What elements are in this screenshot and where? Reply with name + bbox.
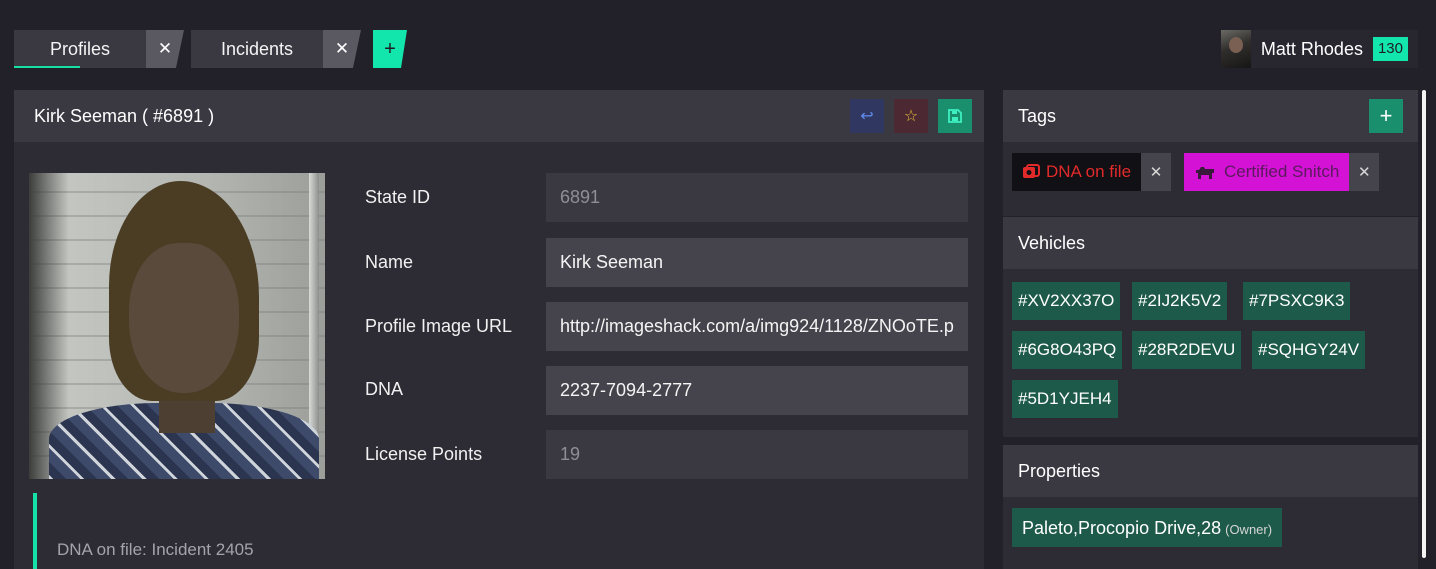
tab-profiles-label: Profiles xyxy=(49,38,111,59)
vehicle-plate[interactable]: #2IJ2K5V2 xyxy=(1132,282,1228,320)
tab-incidents-label: Incidents xyxy=(220,38,294,59)
back-button[interactable]: ↩ xyxy=(850,99,884,133)
license-points-label: License Points xyxy=(365,444,483,464)
state-id-label: State ID xyxy=(365,187,431,207)
tags-header: Tags xyxy=(1003,90,1418,142)
license-points-field: 19 xyxy=(546,430,968,479)
vehicles-header: Vehicles xyxy=(1003,217,1418,269)
tag-certified-snitch[interactable]: Certified Snitch ✕ xyxy=(1184,153,1380,191)
state-id-field: 6891 xyxy=(546,173,968,222)
tag-label: Certified Snitch xyxy=(1224,162,1340,181)
property-address: Paleto,Procopio Drive,28 xyxy=(1022,518,1222,538)
note-text: DNA on file: Incident 2405 xyxy=(57,540,254,559)
vehicle-plate[interactable]: #SQHGY24V xyxy=(1252,331,1366,369)
profile-header: Kirk Seeman ( #6891 ) ↩ ☆ xyxy=(14,90,984,142)
user-badge: 130 xyxy=(1372,37,1408,61)
properties-header: Properties xyxy=(1003,445,1418,497)
vehicle-plate[interactable]: #7PSXC9K3 xyxy=(1243,282,1351,320)
dna-icon xyxy=(1022,164,1040,180)
close-icon[interactable]: ✕ xyxy=(1349,153,1380,191)
vehicle-plate[interactable]: #28R2DEVU xyxy=(1132,331,1242,369)
close-icon[interactable]: ✕ xyxy=(323,30,361,68)
profile-image xyxy=(29,173,325,479)
vehicle-plate[interactable]: #XV2XX37O xyxy=(1012,282,1121,320)
tab-profiles[interactable]: Profiles ✕ xyxy=(14,30,184,68)
vehicles-title: Vehicles xyxy=(1018,232,1086,253)
add-tab-button[interactable]: + xyxy=(373,30,407,68)
image-url-label: Profile Image URL xyxy=(365,316,513,336)
save-button[interactable] xyxy=(938,99,972,133)
vehicle-plate[interactable]: #5D1YJEH4 xyxy=(1012,380,1118,418)
tags-title: Tags xyxy=(1018,105,1057,126)
user-name-box: Matt Rhodes 130 xyxy=(1250,30,1418,68)
save-icon xyxy=(948,109,962,123)
dna-field[interactable]: 2237-7094-2777 xyxy=(546,366,968,415)
tab-incidents[interactable]: Incidents ✕ xyxy=(191,30,361,68)
dog-icon xyxy=(1194,164,1218,180)
profile-panel: Kirk Seeman ( #6891 ) ↩ ☆ State ID 6891 … xyxy=(14,90,984,569)
vehicle-plate[interactable]: #6G8O43PQ xyxy=(1012,331,1123,369)
dna-label: DNA xyxy=(365,379,404,399)
name-label: Name xyxy=(365,252,414,272)
property-item[interactable]: Paleto,Procopio Drive,28 (Owner) xyxy=(1012,508,1283,547)
star-icon: ☆ xyxy=(903,108,919,125)
image-url-field[interactable]: http://imageshack.com/a/img924/1128/ZNOo… xyxy=(546,302,968,351)
avatar xyxy=(1220,30,1251,68)
properties-title: Properties xyxy=(1018,460,1101,481)
favorite-button[interactable]: ☆ xyxy=(894,99,928,133)
tag-dna-on-file[interactable]: DNA on file ✕ xyxy=(1012,153,1172,191)
property-role: (Owner) xyxy=(1225,522,1273,537)
return-icon: ↩ xyxy=(860,108,874,125)
close-icon[interactable]: ✕ xyxy=(1141,153,1172,191)
user-info: Matt Rhodes 130 xyxy=(1220,30,1418,68)
close-icon[interactable]: ✕ xyxy=(146,30,184,68)
name-field[interactable]: Kirk Seeman xyxy=(546,238,968,287)
user-name: Matt Rhodes xyxy=(1260,38,1363,59)
tag-label: DNA on file xyxy=(1046,162,1132,181)
scrollbar[interactable] xyxy=(1422,90,1426,558)
profile-note: DNA on file: Incident 2405 xyxy=(33,493,973,569)
add-tag-button[interactable]: + xyxy=(1369,99,1403,133)
page-title: Kirk Seeman ( #6891 ) xyxy=(34,105,215,126)
